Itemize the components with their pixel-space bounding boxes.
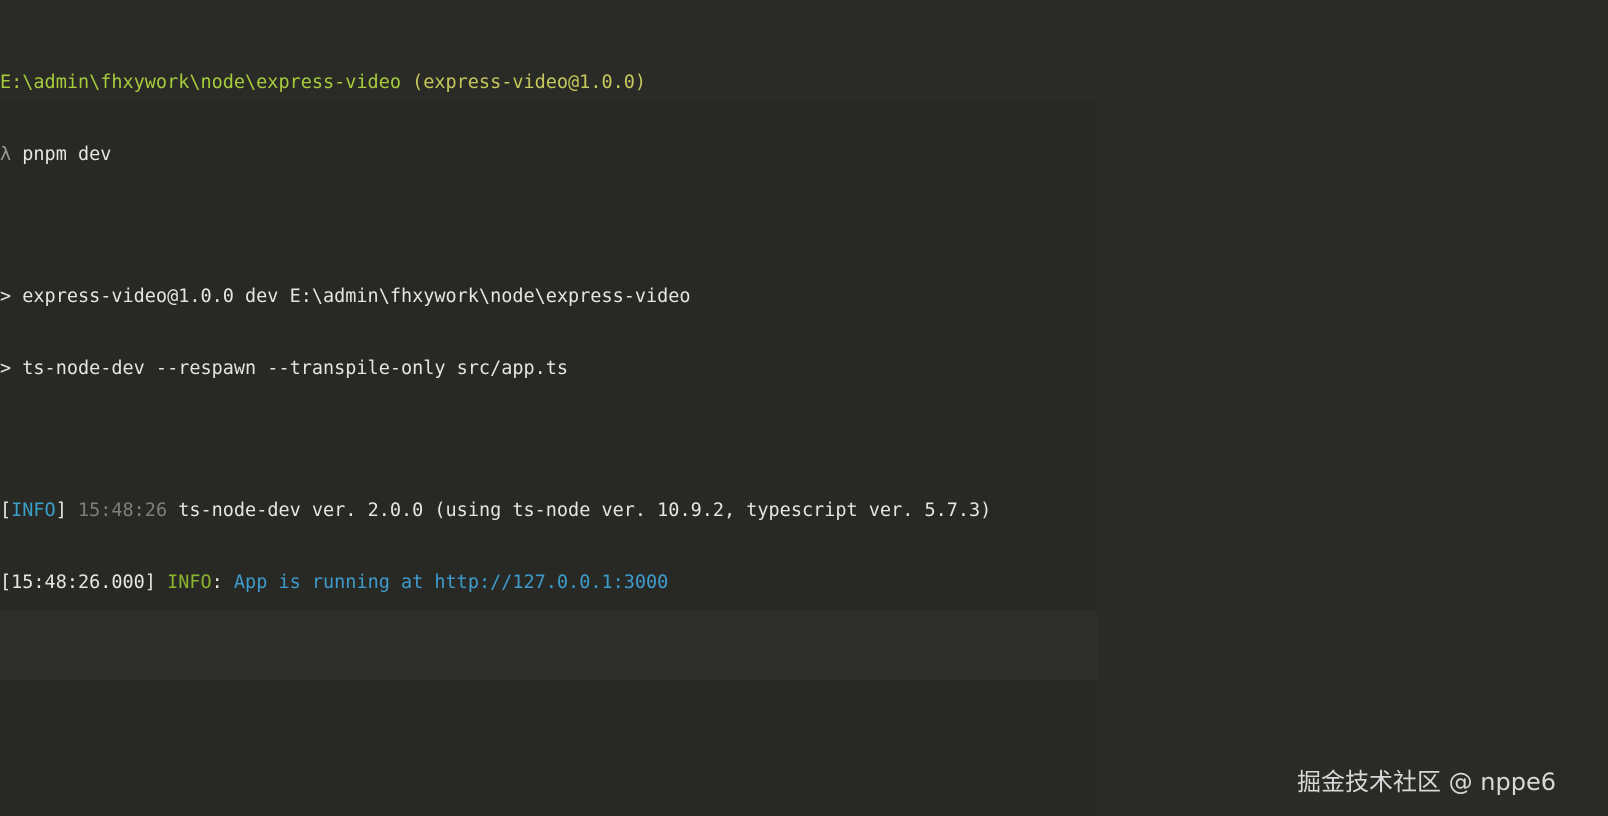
watermark: 掘金技术社区 @ nppe6 [1297,768,1556,796]
prompt-package: (express-video@1.0.0) [412,72,647,93]
log-level-info: INFO [167,572,212,593]
command-text: pnpm dev [22,144,112,165]
terminal-output[interactable]: E:\admin\fhxywork\node\express-video (ex… [0,23,991,643]
prompt-symbol: λ [0,144,12,165]
script-line-1: > express-video@1.0.0 dev E:\admin\fhxyw… [0,286,691,307]
command-line: λ pnpm dev [0,143,991,167]
log-app-message[interactable]: App is running at http://127.0.0.1:3000 [234,572,668,593]
log-bracket-close: ] [55,500,67,521]
log-time: 15:48:26 [77,500,168,521]
screen: E:\admin\fhxywork\node\express-video (ex… [0,0,1608,816]
log-line-tsnodedev: [INFO] 15:48:26 ts-node-dev ver. 2.0.0 (… [0,499,991,523]
log-level-info: INFO [11,500,56,521]
log-message: ts-node-dev ver. 2.0.0 (using ts-node ve… [178,500,992,521]
background-panel-lower [0,680,1098,816]
log-timestamp: [15:48:26.000] [0,572,156,593]
prompt-path: E:\admin\fhxywork\node\express-video [0,72,401,93]
log-bracket-open: [ [0,500,12,521]
log-separator: : [211,572,223,593]
log-line-app: [15:48:26.000] INFO: App is running at h… [0,571,991,595]
script-line-2: > ts-node-dev --respawn --transpile-only… [0,358,569,379]
prompt-line: E:\admin\fhxywork\node\express-video (ex… [0,71,991,95]
